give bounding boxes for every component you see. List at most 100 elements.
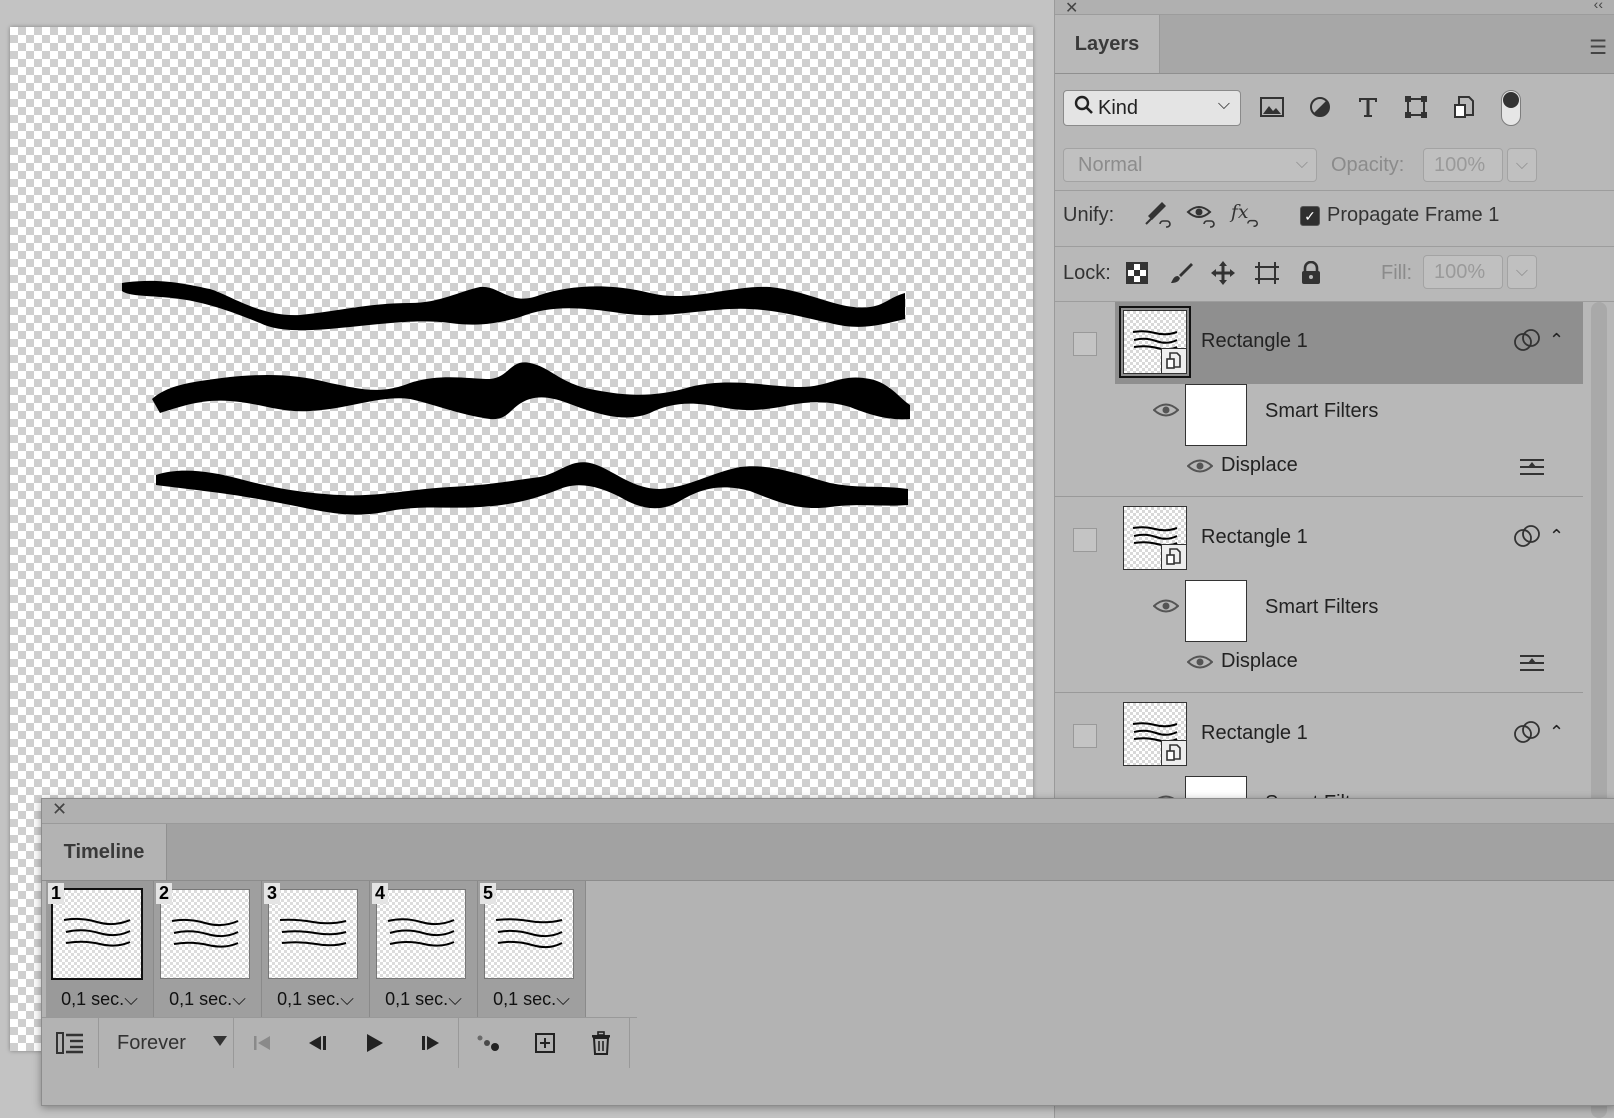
filter-options-icon[interactable] <box>1519 654 1545 677</box>
opacity-input[interactable]: 100% <box>1423 148 1503 182</box>
layer-name[interactable]: Rectangle 1 <box>1201 526 1308 549</box>
smart-object-icon <box>1161 740 1187 766</box>
visibility-toggle[interactable] <box>1073 724 1097 748</box>
layers-tab-row: Layers ☰ <box>1055 15 1614 74</box>
frame-delay-select[interactable]: 0,1 sec.⌵ <box>46 989 153 1010</box>
frame-number: 4 <box>372 883 389 904</box>
filter-toggle[interactable] <box>1501 90 1521 126</box>
tab-timeline[interactable]: Timeline <box>42 824 167 880</box>
eye-icon[interactable] <box>1186 654 1214 675</box>
filter-icons <box>1255 90 1521 126</box>
layer-name[interactable]: Rectangle 1 <box>1201 330 1308 353</box>
unify-label: Unify: <box>1063 204 1115 226</box>
smart-object-icon[interactable] <box>1447 90 1481 124</box>
tween-icon[interactable] <box>459 1018 517 1068</box>
frame-4[interactable]: 4 0,1 sec.⌵ <box>370 881 478 1017</box>
adjustment-icon[interactable] <box>1303 90 1337 124</box>
first-frame-icon[interactable] <box>234 1018 290 1068</box>
frame-number: 2 <box>156 883 173 904</box>
frame-thumbnail <box>376 889 466 979</box>
smart-filters-label: Smart Filters <box>1265 400 1379 422</box>
layer-group: Rectangle 1 ⌃ Smart Filters Displace <box>1055 498 1583 694</box>
eye-icon[interactable] <box>1152 402 1180 423</box>
frame-number: 1 <box>48 883 65 904</box>
unify-position-icon[interactable] <box>1141 199 1173 231</box>
frame-2[interactable]: 2 0,1 sec.⌵ <box>154 881 262 1017</box>
blend-mode-select[interactable]: Normal ⌵ <box>1063 148 1317 182</box>
lock-position-icon[interactable] <box>1207 257 1239 289</box>
eye-icon[interactable] <box>1152 598 1180 619</box>
lock-row: Lock: Fill: 100% ⌵ <box>1055 247 1614 301</box>
filter-name[interactable]: Displace <box>1221 454 1298 477</box>
eye-icon[interactable] <box>1186 458 1214 479</box>
previous-frame-icon[interactable] <box>290 1018 346 1068</box>
layer-thumbnail[interactable] <box>1123 506 1187 570</box>
fill-dropdown[interactable]: ⌵ <box>1507 255 1537 289</box>
layer-group: Rectangle 1 ⌃ Smart Filters Displace <box>1055 302 1583 498</box>
chevron-up-icon[interactable]: ⌃ <box>1549 722 1564 743</box>
smart-filter-mask[interactable] <box>1185 580 1247 642</box>
play-icon[interactable] <box>346 1018 402 1068</box>
propagate-label: Propagate Frame 1 <box>1327 204 1500 226</box>
layer-thumbnail[interactable] <box>1123 702 1187 766</box>
frame-5[interactable]: 5 0,1 sec.⌵ <box>478 881 586 1017</box>
filter-options-icon[interactable] <box>1519 458 1545 481</box>
chevron-up-icon[interactable]: ⌃ <box>1549 330 1564 351</box>
smart-object-icon <box>1161 348 1187 374</box>
visibility-toggle[interactable] <box>1073 528 1097 552</box>
shape-icon[interactable] <box>1399 90 1433 124</box>
smart-filter-indicator-icon <box>1513 328 1541 359</box>
loop-options-select[interactable]: Forever <box>99 1018 233 1068</box>
layers-panel-topbar: ✕ ‹‹ <box>1055 0 1614 17</box>
frame-delay-select[interactable]: 0,1 sec.⌵ <box>154 989 261 1010</box>
frame-3[interactable]: 3 0,1 sec.⌵ <box>262 881 370 1017</box>
timeline-topbar: ✕ <box>42 799 1614 824</box>
collapse-icon[interactable]: ‹‹ <box>1594 0 1603 12</box>
opacity-dropdown[interactable]: ⌵ <box>1507 148 1537 182</box>
lock-transparency-icon[interactable] <box>1121 257 1153 289</box>
chevron-up-icon[interactable]: ⌃ <box>1549 526 1564 547</box>
tab-layers[interactable]: Layers <box>1055 15 1160 73</box>
propagate-checkbox[interactable]: ✓ <box>1300 206 1320 226</box>
divider <box>1055 692 1583 693</box>
type-icon[interactable] <box>1351 90 1385 124</box>
duplicate-frame-icon[interactable] <box>517 1018 573 1068</box>
frame-thumbnail <box>160 889 250 979</box>
timeline-tab-row: Timeline <box>42 824 1614 881</box>
triangle-down-icon <box>213 1036 227 1046</box>
frame-thumbnail <box>484 889 574 979</box>
unify-style-icon[interactable]: fx <box>1229 199 1261 231</box>
lock-artboard-icon[interactable] <box>1251 257 1283 289</box>
layer-filter-row: Kind ⌵ <box>1055 74 1614 140</box>
smart-filters-label: Smart Filters <box>1265 596 1379 618</box>
timeline-panel: ✕ Timeline 1 0,1 sec.⌵ 2 0,1 sec.⌵ 3 0,1… <box>41 798 1614 1106</box>
convert-timeline-icon[interactable] <box>42 1018 98 1068</box>
fill-input[interactable]: 100% <box>1423 255 1503 289</box>
lock-pixels-icon[interactable] <box>1165 257 1197 289</box>
frame-delay-select[interactable]: 0,1 sec.⌵ <box>262 989 369 1010</box>
loop-value: Forever <box>117 1031 186 1054</box>
visibility-toggle[interactable] <box>1073 332 1097 356</box>
unify-visibility-icon[interactable] <box>1185 199 1217 231</box>
lock-label: Lock: <box>1063 262 1111 284</box>
smart-object-icon <box>1161 544 1187 570</box>
frame-delay-select[interactable]: 0,1 sec.⌵ <box>478 989 585 1010</box>
image-icon[interactable] <box>1255 90 1289 124</box>
close-icon[interactable]: ✕ <box>52 799 67 820</box>
layer-name[interactable]: Rectangle 1 <box>1201 722 1308 745</box>
frame-number: 5 <box>480 883 497 904</box>
smart-filter-mask[interactable] <box>1185 384 1247 446</box>
filter-name[interactable]: Displace <box>1221 650 1298 673</box>
divider <box>629 1018 630 1068</box>
frame-delay-select[interactable]: 0,1 sec.⌵ <box>370 989 477 1010</box>
next-frame-icon[interactable] <box>402 1018 458 1068</box>
frame-thumbnail <box>268 889 358 979</box>
layer-thumbnail[interactable] <box>1119 306 1191 378</box>
kind-filter-select[interactable]: Kind ⌵ <box>1063 90 1241 126</box>
frame-1[interactable]: 1 0,1 sec.⌵ <box>46 881 154 1017</box>
lock-all-icon[interactable] <box>1295 257 1327 289</box>
chevron-down-icon: ⌵ <box>1217 96 1230 113</box>
timeline-toolbar: Forever <box>42 1017 637 1068</box>
panel-menu-icon[interactable]: ☰ <box>1589 35 1607 60</box>
trash-icon[interactable] <box>573 1018 629 1068</box>
